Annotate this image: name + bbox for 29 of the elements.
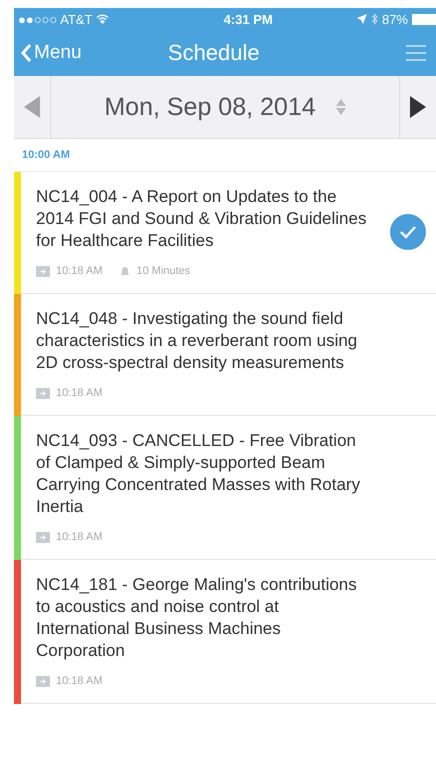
session-time: 10:18 AM — [56, 675, 102, 687]
session-title[interactable]: NC14_181 - George Maling's contributions to acoustics and noise control at International Business Machines Corporation — [36, 574, 372, 662]
sort-icon[interactable] — [336, 99, 346, 115]
carrier: ●●○○○ AT&T — [18, 12, 110, 26]
bell-icon — [120, 266, 130, 276]
session-time: 10:18 AM — [56, 387, 102, 399]
chevron-left-icon — [20, 43, 32, 63]
battery-icon — [412, 14, 436, 24]
room-icon — [36, 676, 50, 686]
menu-icon[interactable] — [406, 45, 426, 61]
session-time: 10:18 AM — [56, 531, 102, 543]
triangle-right-icon — [410, 96, 426, 118]
session-time: 10:18 AM — [56, 265, 102, 277]
time-header: 10:00 AM — [14, 139, 436, 172]
battery-percent: 87% — [382, 12, 408, 26]
triangle-left-icon — [24, 96, 40, 118]
room-icon — [36, 532, 50, 542]
session-title[interactable]: NC14_093 - CANCELLED - Free Vibration of Clamped & Simply-supported Beam Carrying Concentrated Masses with Rotary Inertia — [36, 430, 372, 518]
room-icon — [36, 388, 50, 398]
session-title[interactable]: NC14_048 - Investigating the sound field characteristics in a reverberant room using 2D cross-spectral density measurements — [36, 308, 372, 374]
screen-title: Schedule — [168, 40, 260, 66]
clock: 4:31 PM — [224, 12, 273, 26]
wifi-icon — [96, 14, 110, 24]
bluetooth-icon — [370, 13, 378, 25]
location-icon — [356, 14, 367, 24]
room-icon — [36, 266, 50, 276]
session-duration: 10 Minutes — [136, 265, 190, 277]
session-title[interactable]: NC14_004 - A Report on Updates to the 2014 FGI and Sound & Vibration Guidelines for Healthcare Facilities — [36, 186, 372, 252]
check-icon[interactable] — [390, 214, 426, 250]
